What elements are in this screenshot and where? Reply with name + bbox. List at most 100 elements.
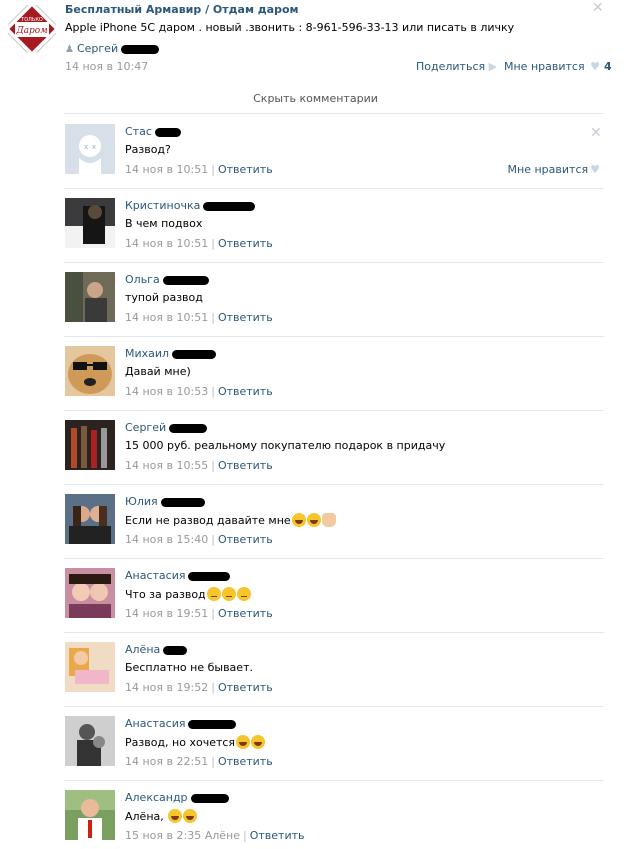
comment-like-button[interactable]: Мне нравится ♥: [508, 163, 600, 176]
share-button[interactable]: Поделиться ▶: [416, 60, 497, 73]
separator: |: [211, 607, 215, 620]
group-title[interactable]: Бесплатный Армавир / Отдам даром: [65, 3, 299, 16]
commenter-name[interactable]: Алёна: [125, 643, 188, 656]
comment-text: Что за развод: [125, 587, 251, 601]
commenter-avatar[interactable]: [65, 716, 115, 766]
reply-button[interactable]: Ответить: [218, 459, 273, 472]
laughing-emoji: [168, 809, 183, 823]
comment-item: Ольга тупой развод 14 ноя в 10:51 | Ответить: [64, 263, 604, 337]
reply-button[interactable]: Ответить: [218, 237, 273, 250]
divider: [64, 113, 604, 114]
redacted-surname: [162, 275, 209, 285]
separator: |: [211, 533, 215, 546]
commenter-name[interactable]: Сергей: [125, 421, 208, 434]
separator: |: [211, 459, 215, 472]
post-text: Apple iPhone 5C даром . новый .звонить :…: [65, 21, 515, 34]
reply-button[interactable]: Ответить: [218, 533, 273, 546]
comment-item: Михаил Давай мне) 14 ноя в 10:53 | Ответить: [64, 337, 604, 411]
commenter-name[interactable]: Михаил: [125, 347, 217, 360]
reply-button[interactable]: Ответить: [218, 385, 273, 398]
comment-meta: 14 ноя в 10:51 | Ответить: [125, 237, 273, 250]
commenter-name[interactable]: Кристиночка: [125, 199, 256, 212]
comment-meta: 14 ноя в 15:40 | Ответить: [125, 533, 273, 546]
post-date[interactable]: 14 ноя в 10:47: [65, 60, 148, 73]
comment-text: Бесплатно не бывает.: [125, 661, 253, 674]
comment-item: Александр Алёна, 15 ноя в 2:35 Алёне | Отве…: [64, 781, 604, 849]
separator: |: [243, 829, 247, 842]
commenter-name[interactable]: Анастасия: [125, 717, 237, 730]
commenter-name[interactable]: Анастасия: [125, 569, 231, 582]
commenter-avatar[interactable]: [65, 198, 115, 248]
laughing-emoji: [306, 513, 321, 527]
comment-meta: 14 ноя в 10:51 | Ответить: [125, 311, 273, 324]
separator: |: [211, 237, 215, 250]
comment-date[interactable]: 14 ноя в 10:53: [125, 385, 208, 398]
delete-comment-icon[interactable]: ✕: [590, 125, 602, 141]
redacted-surname: [172, 349, 217, 359]
redacted-surname: [163, 645, 188, 655]
commenter-name[interactable]: Юлия: [125, 495, 205, 508]
comment-date[interactable]: 14 ноя в 10:55: [125, 459, 208, 472]
comment-date[interactable]: 14 ноя в 22:51: [125, 755, 208, 768]
commenter-avatar[interactable]: [65, 272, 115, 322]
comment-date[interactable]: 14 ноя в 10:51: [125, 163, 208, 176]
reply-button[interactable]: Ответить: [218, 163, 273, 176]
like-count: 4: [603, 60, 612, 73]
logo-main-text: Даром: [15, 26, 47, 36]
laughing-emoji: [183, 809, 198, 823]
comment-meta: 15 ноя в 2:35 Алёне | Ответить: [125, 829, 305, 842]
reply-button[interactable]: Ответить: [218, 681, 273, 694]
comment-meta: 14 ноя в 19:51 | Ответить: [125, 607, 273, 620]
reply-button[interactable]: Ответить: [218, 755, 273, 768]
laughing-emoji: [251, 735, 266, 749]
comment-date[interactable]: 14 ноя в 19:52: [125, 681, 208, 694]
close-icon[interactable]: ✕: [592, 0, 604, 16]
separator: |: [211, 311, 215, 324]
comment-item: x x Стас Развод? 14 ноя в 10:51 | Ответить Мне …: [64, 115, 604, 189]
commenter-avatar[interactable]: [65, 420, 115, 470]
comment-date[interactable]: 15 ноя в 2:35: [125, 829, 201, 842]
redacted-surname: [169, 423, 208, 433]
comment-date[interactable]: 14 ноя в 10:51: [125, 237, 208, 250]
confused-emoji: [221, 587, 236, 601]
like-label[interactable]: Мне нравится: [504, 60, 585, 73]
group-avatar[interactable]: ТОЛЬКО Даром: [3, 0, 61, 58]
comment-meta: 14 ноя в 19:52 | Ответить: [125, 681, 273, 694]
comment-date[interactable]: 14 ноя в 15:40: [125, 533, 208, 546]
comment-item: Кристиночка В чем подвох 14 ноя в 10:51 | От…: [64, 189, 604, 263]
reply-button[interactable]: Ответить: [250, 829, 305, 842]
reply-button[interactable]: Ответить: [218, 607, 273, 620]
logo-top-text: ТОЛЬКО: [20, 17, 43, 23]
megaphone-icon: ▶: [488, 60, 498, 73]
share-label[interactable]: Поделиться: [416, 60, 485, 73]
commenter-avatar[interactable]: [65, 568, 115, 618]
hide-comments-link[interactable]: Скрыть комментарии: [0, 92, 631, 105]
separator: |: [211, 755, 215, 768]
comment-text: Алёна,: [125, 809, 198, 823]
commenter-avatar[interactable]: [65, 790, 115, 840]
comment-text: тупой развод: [125, 291, 203, 304]
commenter-name[interactable]: Стас: [125, 125, 181, 138]
commenter-name[interactable]: Ольга: [125, 273, 209, 286]
commenter-avatar[interactable]: [65, 346, 115, 396]
reply-to-name[interactable]: Алёне: [205, 829, 240, 842]
reply-button[interactable]: Ответить: [218, 311, 273, 324]
comment-meta: 14 ноя в 22:51 | Ответить: [125, 755, 273, 768]
commenter-avatar[interactable]: [65, 494, 115, 544]
comment-text: Развод?: [125, 143, 171, 156]
comment-text: 15 000 руб. реальному покупателю подарок…: [125, 439, 446, 452]
commenter-avatar[interactable]: xx: [65, 124, 115, 174]
confused-emoji: [236, 587, 251, 601]
comment-date[interactable]: 14 ноя в 10:51: [125, 311, 208, 324]
laughing-emoji: [236, 735, 251, 749]
post-like-button[interactable]: Мне нравится ♥ 4: [504, 60, 612, 73]
commenter-avatar[interactable]: [65, 642, 115, 692]
heart-icon: ♥: [590, 60, 600, 73]
comment-meta: 14 ноя в 10:51 | Ответить: [125, 163, 273, 176]
redacted-surname: [188, 571, 231, 581]
comment-date[interactable]: 14 ноя в 19:51: [125, 607, 208, 620]
redacted-surname: [121, 44, 160, 54]
post-author-name[interactable]: Сергей: [77, 42, 118, 55]
commenter-name[interactable]: Александр: [125, 791, 229, 804]
post-author[interactable]: ♟ Сергей: [65, 42, 160, 55]
